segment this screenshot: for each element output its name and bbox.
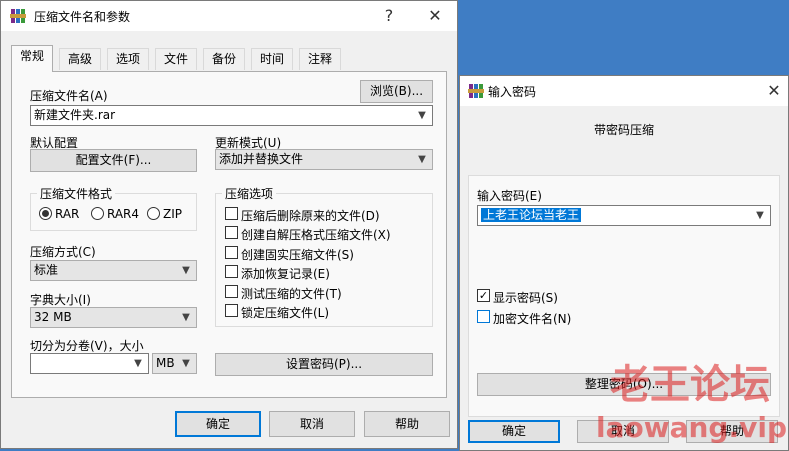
tab-comment[interactable]: 注释 (299, 48, 342, 70)
archive-dialog: 压缩文件名和参数 ? ✕ 常规 高级 选项 文件 备份 时间 注释 压缩文件名(… (0, 0, 458, 449)
method-label: 压缩方式(C) (30, 245, 96, 259)
tab-files[interactable]: 文件 (155, 48, 198, 70)
option-recovery-label[interactable]: 添加恢复记录(E) (241, 265, 330, 282)
split-unit-value: MB (156, 356, 175, 370)
dictionary-value: 32 MB (34, 310, 72, 324)
format-rar4-label[interactable]: RAR4 (107, 207, 139, 221)
option-sfx-checkbox[interactable] (225, 226, 238, 239)
chevron-down-icon[interactable]: ▼ (752, 206, 768, 225)
archive-dialog-titlebar[interactable]: 压缩文件名和参数 ? ✕ (1, 1, 457, 31)
option-recovery-checkbox[interactable] (225, 265, 238, 278)
split-size-combo[interactable]: ▼ (30, 353, 149, 374)
password-heading: 带密码压缩 (593, 123, 654, 137)
watermark-domain: laowang.vip (596, 411, 787, 444)
chevron-down-icon[interactable]: ▼ (414, 150, 430, 169)
format-rar-label[interactable]: RAR (55, 207, 79, 221)
tab-options[interactable]: 选项 (107, 48, 150, 70)
close-icon[interactable]: ✕ (760, 80, 788, 102)
close-icon[interactable]: ✕ (421, 5, 449, 27)
option-sfx-label[interactable]: 创建自解压格式压缩文件(X) (241, 226, 391, 243)
password-ok-button[interactable]: 确定 (468, 420, 560, 443)
dictionary-select[interactable]: 32 MB ▼ (30, 307, 197, 328)
option-test-checkbox[interactable] (225, 285, 238, 298)
option-lock-label[interactable]: 锁定压缩文件(L) (241, 304, 329, 321)
password-combo[interactable]: 上老王论坛当老王 ▼ (477, 205, 771, 226)
help-title-icon[interactable]: ? (375, 5, 403, 27)
format-zip-label[interactable]: ZIP (163, 207, 182, 221)
cancel-button[interactable]: 取消 (269, 411, 355, 437)
format-rar-radio[interactable] (39, 207, 52, 220)
option-lock-checkbox[interactable] (225, 304, 238, 317)
tab-backup[interactable]: 备份 (203, 48, 246, 70)
chevron-down-icon[interactable]: ▼ (178, 308, 194, 327)
show-password-checkbox[interactable]: ✓ (477, 289, 490, 302)
dictionary-label: 字典大小(I) (30, 293, 91, 307)
set-password-button[interactable]: 设置密码(P)... (215, 353, 433, 376)
archive-name-label: 压缩文件名(A) (30, 89, 108, 103)
option-solid-checkbox[interactable] (225, 246, 238, 259)
password-dialog-title: 输入密码 (488, 85, 537, 99)
browse-button[interactable]: 浏览(B)... (360, 80, 433, 103)
archive-format-group-label: 压缩文件格式 (37, 185, 116, 202)
winrar-app-icon (10, 9, 26, 23)
ok-button[interactable]: 确定 (175, 411, 261, 437)
help-button[interactable]: 帮助 (364, 411, 450, 437)
enter-password-label: 输入密码(E) (477, 189, 542, 203)
method-value: 标准 (34, 263, 59, 277)
option-delete-after-checkbox[interactable] (225, 207, 238, 220)
update-mode-value: 添加并替换文件 (219, 152, 304, 166)
chevron-down-icon[interactable]: ▼ (178, 354, 194, 373)
archive-name-value: 新建文件夹.rar (34, 108, 116, 122)
profiles-button[interactable]: 配置文件(F)... (30, 149, 197, 172)
password-value[interactable]: 上老王论坛当老王 (481, 208, 582, 222)
chevron-down-icon[interactable]: ▼ (414, 106, 430, 125)
tab-general[interactable]: 常规 (11, 45, 54, 72)
option-solid-label[interactable]: 创建固实压缩文件(S) (241, 246, 354, 263)
format-zip-radio[interactable] (147, 207, 160, 220)
tab-time[interactable]: 时间 (251, 48, 294, 70)
password-dialog-titlebar[interactable]: 输入密码 ✕ (460, 76, 788, 106)
method-select[interactable]: 标准 ▼ (30, 260, 197, 281)
encrypt-names-checkbox[interactable] (477, 310, 490, 323)
archive-options-group-label: 压缩选项 (222, 185, 277, 202)
archive-dialog-title: 压缩文件名和参数 (34, 10, 131, 24)
option-test-label[interactable]: 测试压缩的文件(T) (241, 285, 342, 302)
option-delete-after-label[interactable]: 压缩后删除原来的文件(D) (241, 207, 380, 224)
split-label: 切分为分卷(V)，大小 (30, 339, 144, 353)
encrypt-names-label[interactable]: 加密文件名(N) (493, 310, 571, 327)
chevron-down-icon[interactable]: ▼ (178, 261, 194, 280)
update-mode-select[interactable]: 添加并替换文件 ▼ (215, 149, 433, 170)
split-unit-select[interactable]: MB ▼ (152, 353, 197, 374)
archive-name-combo[interactable]: 新建文件夹.rar ▼ (30, 105, 433, 126)
tab-advanced[interactable]: 高级 (59, 48, 102, 70)
show-password-label[interactable]: 显示密码(S) (493, 289, 558, 306)
format-rar4-radio[interactable] (91, 207, 104, 220)
chevron-down-icon[interactable]: ▼ (130, 354, 146, 373)
watermark-brand: 老王论坛 (610, 362, 770, 408)
winrar-app-icon (468, 84, 484, 98)
